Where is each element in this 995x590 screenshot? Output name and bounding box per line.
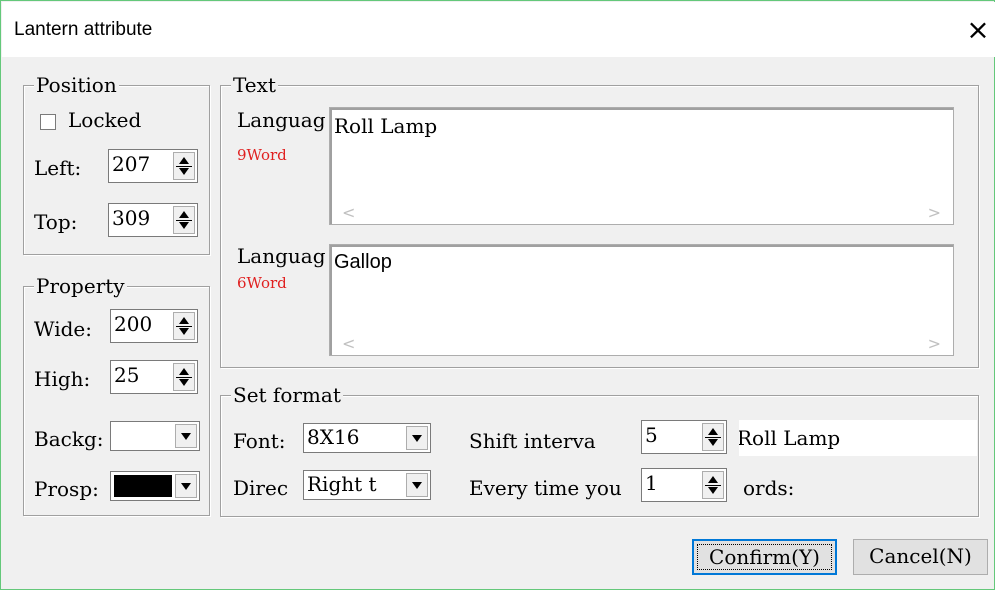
shift-interval-spinner[interactable]: 5 [641,420,727,454]
spin-up-icon [708,476,718,483]
left-value: 207 [112,152,151,176]
dialog-window: Lantern attribute × Position Locked Left… [0,0,995,590]
chevron-down-icon[interactable] [406,426,428,450]
property-legend: Property [34,274,127,298]
language2-textarea[interactable]: Gallop < > [329,244,954,356]
language1-label: Languag [237,108,326,132]
spin-down-icon [179,168,189,175]
font-value: 8X16 [307,425,360,449]
top-spin-buttons[interactable] [173,206,195,234]
top-spinner[interactable]: 309 [108,203,198,237]
high-spin-buttons[interactable] [173,363,195,391]
spin-up-icon [179,211,189,218]
title-bar: Lantern attribute × [2,2,995,57]
spin-down-icon [179,328,189,335]
backg-color-swatch [114,425,172,447]
spin-up-icon [179,157,189,164]
prosp-color-combo[interactable] [110,471,200,501]
text-legend: Text [231,73,278,97]
every-spin-buttons[interactable] [702,471,724,499]
direction-label: Direc [233,476,289,500]
cancel-button-label: Cancel(N) [869,544,972,568]
cancel-button[interactable]: Cancel(N) [853,539,988,575]
confirm-button[interactable]: Confirm(Y) [692,539,837,575]
high-label: High: [34,367,91,391]
language1-text: Roll Lamp [334,114,438,138]
direction-combo[interactable]: Right t [303,470,431,500]
shift-spin-buttons[interactable] [702,423,724,451]
high-spinner[interactable]: 25 [110,360,198,394]
shift-interval-label: Shift interva [469,429,596,453]
left-label: Left: [34,156,82,180]
chevron-down-icon[interactable] [406,473,428,497]
language2-hscrollbar[interactable]: < > [332,331,951,353]
scroll-right-icon[interactable]: > [928,203,941,222]
confirm-button-label: Confirm(Y) [709,545,820,569]
spin-up-icon [708,428,718,435]
chevron-down-icon[interactable] [175,424,197,448]
text-group: Text Languag 9Word Roll Lamp < > Languag … [220,73,979,368]
language2-label: Languag [237,244,326,268]
scroll-right-icon[interactable]: > [928,334,941,353]
close-icon[interactable]: × [963,13,993,47]
wide-spin-buttons[interactable] [173,312,195,340]
position-legend: Position [34,73,119,97]
spin-up-icon [179,317,189,324]
words-label: ords: [743,476,795,500]
lamp-preview-text: Roll Lamp [739,426,841,450]
high-value: 25 [114,363,140,387]
property-group: Property Wide: 200 High: 25 Backg: Prosp… [23,274,210,516]
top-label: Top: [34,210,78,234]
lamp-preview: Roll Lamp [739,420,977,456]
position-group: Position Locked Left: 207 Top: 309 [23,73,210,255]
prosp-color-swatch [114,475,172,497]
wide-value: 200 [114,312,153,336]
shift-interval-value: 5 [645,423,658,447]
language1-word-count: 9Word [237,146,287,164]
locked-label: Locked [68,108,142,132]
language1-hscrollbar[interactable]: < > [332,200,951,222]
font-combo[interactable]: 8X16 [303,423,431,453]
every-time-label: Every time you [469,476,622,500]
format-group: Set format Font: 8X16 Direc Right t Shif… [220,383,979,517]
language2-text: Gallop [334,251,392,273]
scroll-left-icon[interactable]: < [342,203,355,222]
wide-label: Wide: [34,317,92,341]
language1-textarea[interactable]: Roll Lamp < > [329,107,954,225]
scroll-left-icon[interactable]: < [342,334,355,353]
window-title: Lantern attribute [14,19,153,40]
backg-label: Backg: [34,427,104,451]
locked-checkbox[interactable] [40,114,56,130]
language2-word-count: 6Word [237,274,287,292]
font-label: Font: [233,429,286,453]
direction-value: Right t [307,472,377,496]
every-time-value: 1 [645,471,658,495]
spin-down-icon [708,439,718,446]
spin-down-icon [179,379,189,386]
spin-down-icon [708,487,718,494]
left-spin-buttons[interactable] [173,152,195,180]
every-time-spinner[interactable]: 1 [641,468,727,502]
top-value: 309 [112,206,151,230]
wide-spinner[interactable]: 200 [110,309,198,343]
spin-up-icon [179,368,189,375]
chevron-down-icon[interactable] [175,474,197,498]
prosp-label: Prosp: [34,477,99,501]
format-legend: Set format [231,383,343,407]
spin-down-icon [179,222,189,229]
backg-color-combo[interactable] [110,421,200,451]
left-spinner[interactable]: 207 [108,149,198,183]
